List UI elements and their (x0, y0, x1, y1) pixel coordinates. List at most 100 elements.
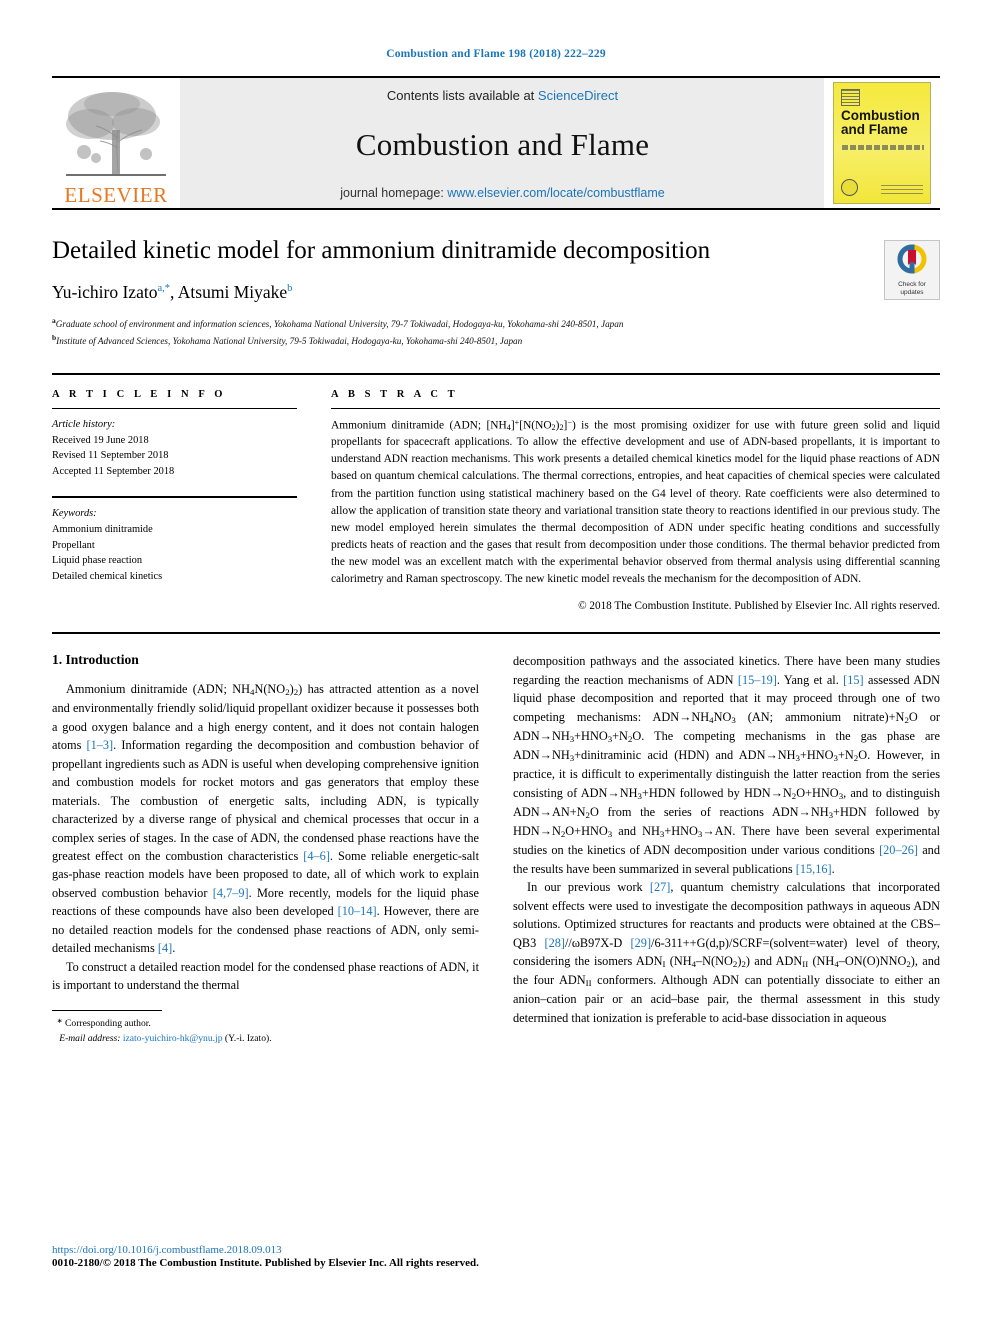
paragraph: To construct a detailed reaction model f… (52, 959, 479, 993)
author-1-marks[interactable]: a,* (157, 283, 170, 294)
revised-date: Revised 11 September 2018 (52, 450, 169, 462)
article-info-column: A R T I C L E I N F O Article history: R… (52, 389, 297, 613)
email-suffix: (Y.-i. Izato). (224, 1032, 272, 1044)
affiliations: aGraduate school of environment and info… (52, 315, 940, 349)
keyword-item: Propellant (52, 539, 95, 551)
elsevier-tree-icon (60, 86, 172, 184)
right-text-b: . Yang et al. (776, 672, 844, 687)
intro-text-a: Ammonium dinitramide (ADN; NH (66, 682, 251, 697)
running-head: Combustion and Flame 198 (2018) 222–229 (386, 48, 606, 60)
journal-homepage-line: journal homepage: www.elsevier.com/locat… (340, 186, 664, 200)
journal-cover-thumbnail: Combustion and Flame (824, 78, 940, 208)
citation-link[interactable]: [10–14] (338, 904, 377, 918)
citation-link[interactable]: [1–3] (87, 738, 114, 752)
email-note: E-mail address: izato-yuichiro-hk@ynu.jp… (52, 1032, 482, 1046)
divider (52, 495, 297, 498)
crossmark-badge[interactable]: Check for updates (884, 240, 940, 300)
body-columns: 1. Introduction Ammonium dinitramide (AD… (52, 652, 940, 1046)
citation-link[interactable]: [4–6] (303, 849, 330, 863)
info-abstract-region: A R T I C L E I N F O Article history: R… (52, 372, 940, 613)
citation-link[interactable]: [15] (843, 673, 864, 687)
received-date: Received 19 June 2018 (52, 434, 149, 446)
right-text-d: (AN; ammonium nitrate)+N (735, 709, 905, 724)
cover-footer-lines (881, 185, 923, 194)
citation-link[interactable]: [4] (158, 941, 172, 955)
affiliation-b-text: Institute of Advanced Sciences, Yokohama… (56, 335, 523, 346)
abstract-column: A B S T R A C T Ammonium dinitramide (AD… (331, 388, 940, 613)
keyword-item: Ammonium dinitramide (52, 523, 153, 535)
keywords-block: Keywords: Ammonium dinitramide Propellan… (52, 506, 297, 585)
citation-link[interactable]: [29] (631, 936, 652, 950)
citation-link[interactable]: [28] (545, 936, 566, 950)
cover-emblem-icon (841, 89, 860, 106)
affiliation-b: bInstitute of Advanced Sciences, Yokoham… (52, 332, 940, 349)
article-page: Combustion and Flame 198 (2018) 222–229 (0, 0, 992, 1323)
corresponding-author-note: ∗ Corresponding author. (56, 1018, 151, 1030)
right-text-n: . (831, 861, 835, 876)
journal-title: Combustion and Flame (355, 126, 650, 162)
prev-work-text-c: //ωB97X-D (565, 935, 631, 950)
masthead-center: Contents lists available at ScienceDirec… (180, 78, 824, 208)
affiliation-a-text: Graduate school of environment and infor… (55, 319, 624, 330)
author-2: , Atsumi Miyake (170, 282, 288, 302)
issn-copyright: 0010-2180/© 2018 The Combustion Institut… (52, 1257, 479, 1269)
crossmark-icon (897, 244, 927, 279)
right-text-l: →AN. There have been several experimenta… (513, 824, 940, 858)
email-link[interactable]: izato-yuichiro-hk@ynu.jp (123, 1033, 223, 1044)
homepage-prefix: journal homepage: (340, 186, 448, 200)
section-heading-introduction: 1. Introduction (52, 652, 139, 668)
abstract-heading: A B S T R A C T (331, 388, 459, 400)
abstract-part-1: Ammonium dinitramide (ADN; [NH (331, 419, 507, 432)
crossmark-line-2: updates (900, 288, 924, 296)
corresponding-author-text: Corresponding author. (65, 1018, 151, 1030)
citation-link[interactable]: [15–19] (738, 673, 777, 687)
paragraph: decomposition pathways and the associate… (513, 654, 940, 876)
citation-link[interactable]: [4,7–9] (213, 886, 249, 900)
crossmark-line-1: Check for (898, 281, 926, 289)
keyword-item: Detailed chemical kinetics (52, 571, 163, 583)
author-2-marks[interactable]: b (287, 283, 292, 294)
elsevier-wordmark: ELSEVIER (64, 183, 168, 207)
cover-title: Combustion and Flame (841, 108, 920, 137)
journal-masthead: ELSEVIER Contents lists available at Sci… (52, 76, 940, 210)
footnote-rule (52, 1010, 162, 1017)
right-text-i: +HDN followed by HDN→N (641, 785, 792, 800)
email-label: E-mail address: (59, 1032, 121, 1044)
right-text-k: O from the series of reactions ADN→NH (589, 804, 829, 819)
doi-block: https://doi.org/10.1016/j.combustflame.2… (52, 1244, 479, 1269)
contents-available-line: Contents lists available at ScienceDirec… (387, 88, 618, 103)
prev-work-text-e: (NH (665, 953, 692, 968)
cover-seal-icon (841, 179, 858, 196)
abstract-part-2: ) is the most promising oxidizer for use… (331, 419, 940, 586)
author-list: Yu-ichiro Izatoa,*, Atsumi Miyakeb (52, 282, 940, 303)
doi-link[interactable]: https://doi.org/10.1016/j.combustflame.2… (52, 1244, 479, 1256)
article-info-heading: A R T I C L E I N F O (52, 388, 227, 400)
sciencedirect-link[interactable]: ScienceDirect (538, 88, 618, 103)
cover-art: Combustion and Flame (833, 82, 931, 204)
paragraph: Ammonium dinitramide (ADN; NH4N(NO2)2) h… (52, 682, 480, 956)
crossmark-label: Check for updates (898, 281, 926, 296)
abstract-copyright: © 2018 The Combustion Institute. Publish… (578, 600, 940, 613)
intro-text-c: . Information regarding the decompositio… (52, 738, 479, 863)
body-column-left: 1. Introduction Ammonium dinitramide (AD… (52, 652, 479, 1046)
citation-link[interactable]: [15,16] (796, 862, 832, 876)
title-block: Detailed kinetic model for ammonium dini… (52, 236, 940, 349)
abstract-text: Ammonium dinitramide (ADN; [NH4]+[N(NO2)… (331, 417, 940, 586)
cover-subtitle-lines (842, 145, 924, 150)
page-title: Detailed kinetic model for ammonium dini… (52, 237, 711, 264)
citation-link[interactable]: [27] (650, 880, 671, 894)
author-1: Yu-ichiro Izato (52, 282, 158, 302)
keywords-label: Keywords: (52, 507, 97, 519)
article-history-label: Article history: (52, 418, 116, 430)
intro-text-g: . (172, 941, 176, 956)
divider (52, 407, 297, 409)
elsevier-logo: ELSEVIER (52, 78, 180, 208)
affiliation-a: aGraduate school of environment and info… (52, 315, 940, 332)
journal-homepage-link[interactable]: www.elsevier.com/locate/combustflame (447, 186, 664, 200)
paragraph: In our previous work [27], quantum chemi… (513, 880, 941, 1025)
contents-prefix: Contents lists available at (386, 88, 538, 103)
divider (331, 407, 940, 409)
keyword-item: Liquid phase reaction (52, 555, 143, 567)
divider (52, 632, 940, 635)
citation-link[interactable]: [20–26] (879, 843, 918, 857)
